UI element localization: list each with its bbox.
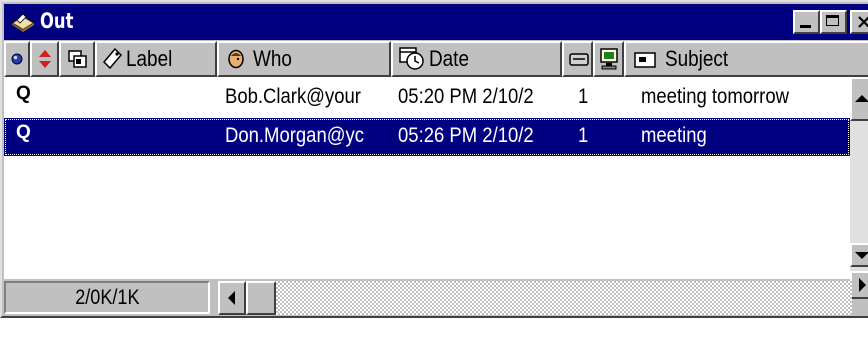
scroll-down-arrow-icon <box>855 252 868 259</box>
message-who: Bob.Clark@your <box>225 84 361 108</box>
column-header-size[interactable] <box>562 41 593 77</box>
close-icon <box>858 16 868 28</box>
attachment-icon <box>68 50 87 68</box>
column-header-date[interactable]: Date <box>391 41 562 77</box>
message-who: Don.Morgan@yc <box>225 123 365 147</box>
subject-column-label: Subject <box>665 46 729 71</box>
message-count-text: 2/0K/1K <box>74 286 140 309</box>
horizontal-scrollbar[interactable] <box>218 281 852 315</box>
column-header-server[interactable] <box>593 41 624 77</box>
who-column-label: Who <box>253 46 292 71</box>
column-header-who[interactable]: Who <box>217 41 391 77</box>
message-date: 05:20 PM 2/10/2 <box>398 84 534 108</box>
priority-arrows-icon <box>39 50 51 68</box>
label-column-label: Label <box>126 46 173 71</box>
status-dot-icon <box>11 53 23 65</box>
message-count-field: 2/0K/1K <box>4 281 210 314</box>
server-icon <box>600 48 618 70</box>
message-size: 1 <box>578 123 589 147</box>
message-row[interactable]: Q Bob.Clark@your 05:20 PM 2/10/2 1 meeti… <box>4 79 850 117</box>
maximize-button[interactable] <box>820 10 847 34</box>
message-date: 05:26 PM 2/10/2 <box>398 123 534 147</box>
scroll-left-button[interactable] <box>218 281 246 315</box>
scroll-up-button[interactable] <box>850 77 868 121</box>
scroll-thumb[interactable] <box>246 281 276 315</box>
column-header-attachment[interactable] <box>59 41 95 77</box>
message-subject: meeting tomorrow <box>641 84 789 108</box>
column-header-priority[interactable] <box>30 41 59 77</box>
date-column-label: Date <box>429 46 469 71</box>
size-icon <box>569 53 589 66</box>
person-icon <box>228 49 244 69</box>
tag-icon <box>103 47 123 70</box>
mailbox-window: Out Label Who Date Subject Q Bob.Clark@y… <box>0 0 868 318</box>
column-header-label[interactable]: Label <box>95 41 217 77</box>
minimize-icon <box>800 25 811 28</box>
vertical-scrollbar[interactable] <box>850 77 868 299</box>
message-row-selected[interactable]: Q Don.Morgan@yc 05:26 PM 2/10/2 1 meetin… <box>4 118 850 156</box>
envelope-icon <box>634 52 656 68</box>
column-header-subject[interactable]: Subject <box>624 41 868 77</box>
title-bar[interactable]: Out <box>4 4 868 40</box>
scroll-up-arrow-icon <box>855 95 868 102</box>
clock-calendar-icon <box>399 47 424 70</box>
scroll-left-arrow-icon <box>228 291 235 305</box>
status-bar: 2/0K/1K <box>4 279 852 316</box>
message-list[interactable]: Q Bob.Clark@your 05:20 PM 2/10/2 1 meeti… <box>4 77 850 279</box>
scroll-down-button[interactable] <box>850 243 868 267</box>
mailbox-icon <box>11 13 35 32</box>
queued-status: Q <box>16 122 31 143</box>
message-size: 1 <box>578 84 589 108</box>
scroll-right-corner-button[interactable] <box>850 271 868 299</box>
column-header-status[interactable] <box>4 41 30 77</box>
scroll-right-arrow-icon <box>859 278 866 292</box>
maximize-icon <box>826 15 839 26</box>
message-subject: meeting <box>641 123 707 147</box>
queued-status: Q <box>16 83 31 104</box>
window-title: Out <box>40 9 74 33</box>
close-button[interactable] <box>850 10 868 34</box>
column-header: Label Who Date Subject <box>4 41 868 77</box>
minimize-button[interactable] <box>793 10 820 34</box>
